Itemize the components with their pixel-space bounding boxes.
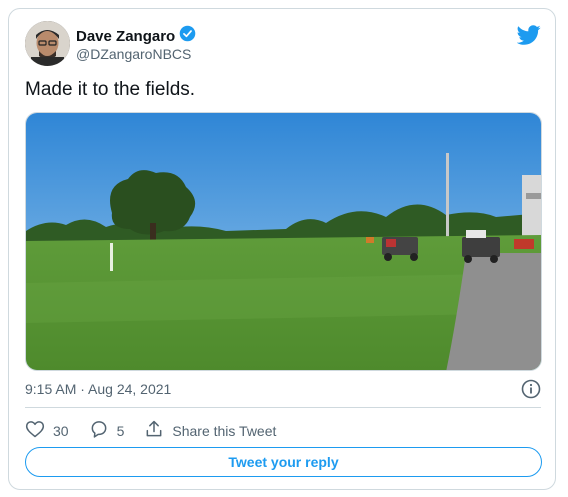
tweet-actions: 30 5 Share this Tweet — [25, 419, 296, 442]
heart-icon — [25, 419, 45, 442]
info-icon[interactable] — [521, 379, 541, 399]
like-count: 30 — [53, 422, 69, 439]
divider — [25, 407, 541, 408]
reply-count: 5 — [116, 422, 125, 439]
like-action[interactable]: 30 — [25, 419, 69, 442]
tweet-your-reply-button[interactable]: Tweet your reply — [25, 447, 542, 477]
tweet-photo[interactable] — [25, 112, 542, 371]
avatar[interactable] — [25, 21, 70, 66]
twitter-bird-icon[interactable] — [516, 23, 541, 47]
tweet-timestamp[interactable]: 9:15 AM · Aug 24, 2021 — [25, 381, 171, 397]
user-handle[interactable]: @DZangaroNBCS — [76, 46, 191, 62]
tweet-card: Dave Zangaro @DZangaroNBCS Made it to th… — [8, 8, 556, 490]
reply-icon — [89, 419, 109, 442]
share-action[interactable]: Share this Tweet — [144, 419, 276, 442]
share-icon — [144, 419, 164, 442]
share-label: Share this Tweet — [172, 422, 277, 439]
name-row: Dave Zangaro — [76, 25, 196, 47]
display-name[interactable]: Dave Zangaro — [76, 28, 175, 45]
tweet-text: Made it to the fields. — [25, 79, 196, 100]
reply-action[interactable]: 5 — [89, 419, 125, 442]
verified-badge-icon — [179, 25, 196, 47]
